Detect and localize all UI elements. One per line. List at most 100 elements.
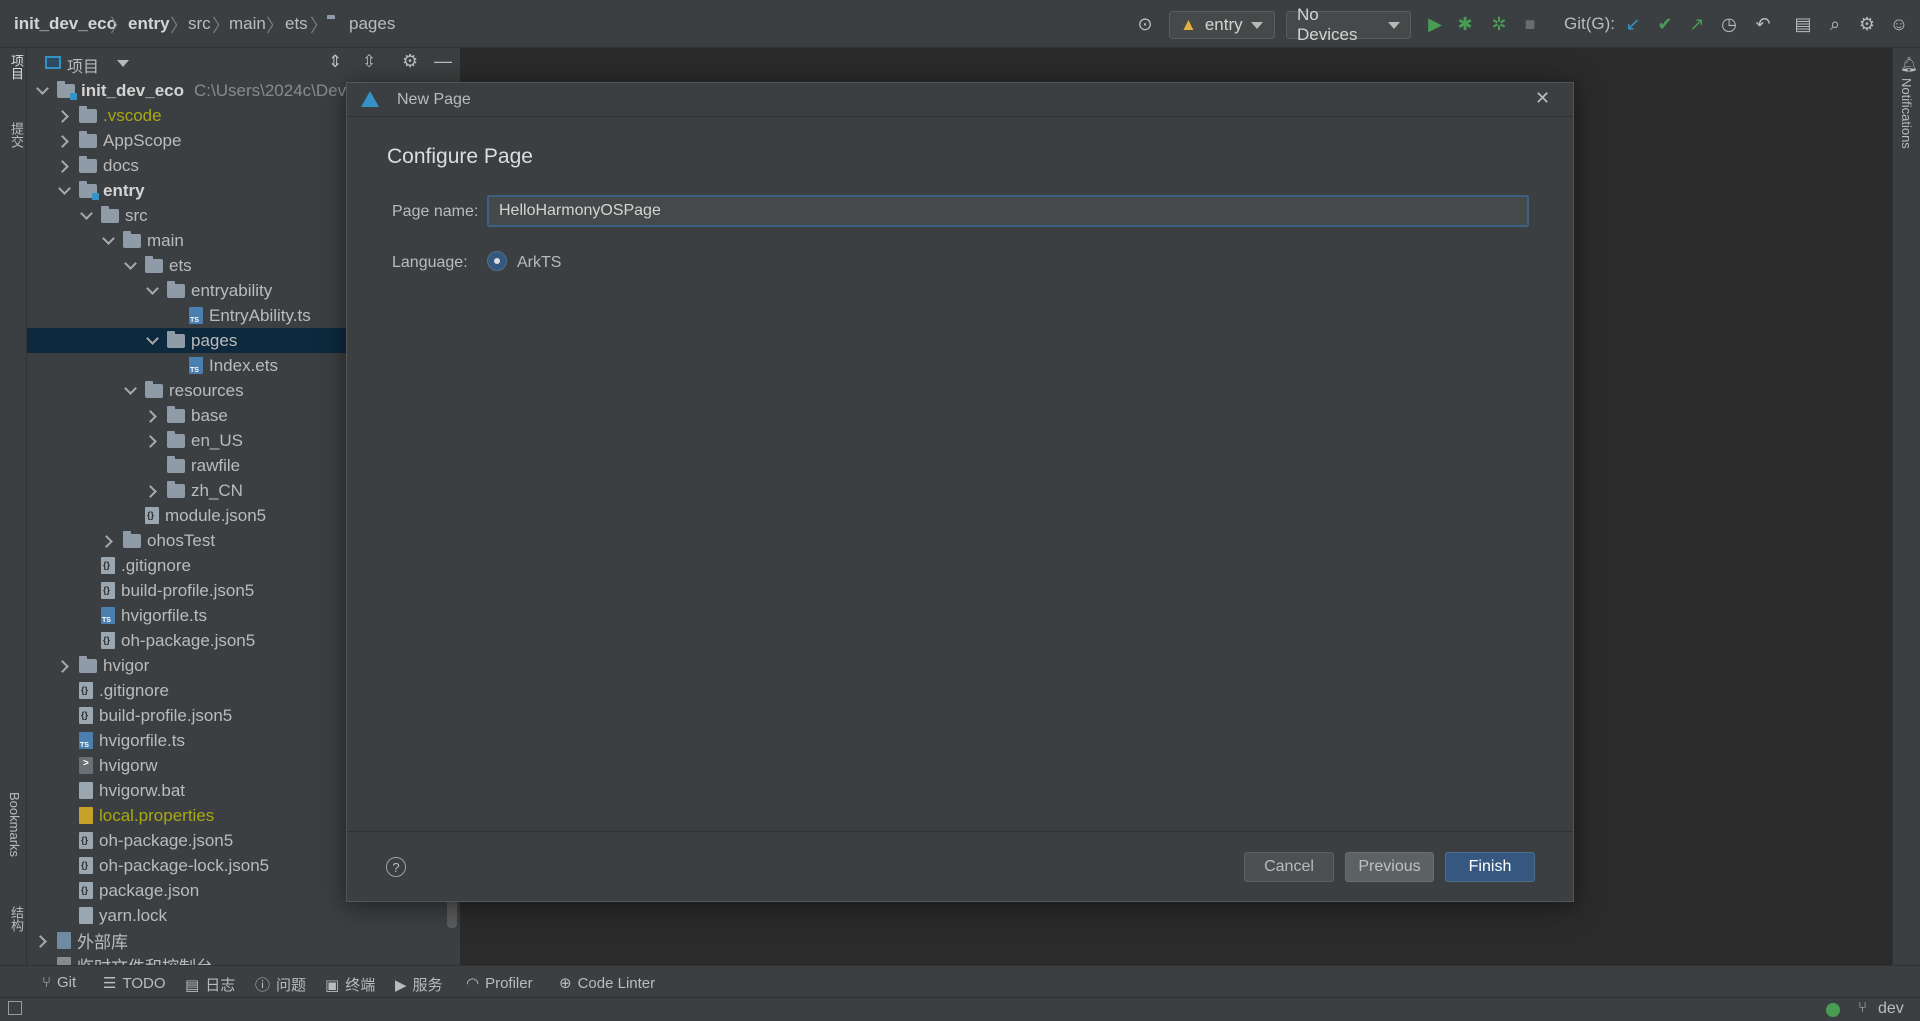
language-radio-arkts[interactable] bbox=[487, 251, 507, 271]
chevron-right-icon[interactable] bbox=[57, 134, 71, 148]
bookmarks-tool-tab[interactable]: Bookmarks bbox=[7, 792, 22, 857]
notifications-tool-tab[interactable]: Notifications bbox=[1899, 78, 1914, 149]
tool-tab-label: 问题 bbox=[276, 977, 307, 994]
tree-item-label: ets bbox=[169, 255, 192, 275]
tool-tab-problems[interactable]: ⓘ 问题 bbox=[255, 974, 306, 995]
tree-item-label: oh-package.json5 bbox=[121, 630, 256, 650]
bell-icon[interactable]: 🔔︎ bbox=[1900, 56, 1918, 73]
previous-button[interactable]: Previous bbox=[1345, 852, 1434, 882]
chevron-right-icon[interactable] bbox=[145, 409, 159, 423]
breadcrumb-ets[interactable]: ets bbox=[285, 14, 308, 34]
tree-row[interactable]: yarn.lock bbox=[27, 903, 460, 928]
tree-item-label: 外部库 bbox=[77, 933, 128, 952]
commit-tool-tab[interactable]: 提交 bbox=[7, 122, 26, 148]
breadcrumb-pages[interactable]: pages bbox=[349, 14, 395, 34]
tree-item-label: hvigor bbox=[103, 655, 150, 675]
chevron-right-icon[interactable] bbox=[101, 534, 115, 548]
settings-gear-icon[interactable]: ⚙ bbox=[1856, 8, 1878, 40]
tree-row[interactable]: 外部库 bbox=[27, 928, 460, 953]
close-icon[interactable]: ✕ bbox=[1535, 88, 1550, 109]
chevron-down-icon[interactable] bbox=[79, 209, 93, 223]
help-icon[interactable]: ? bbox=[386, 857, 406, 877]
left-tool-stripe: 项目 提交 Bookmarks 结构 bbox=[0, 48, 27, 965]
chevron-down-icon[interactable] bbox=[57, 184, 71, 198]
tree-item-label: src bbox=[125, 205, 148, 225]
layout-toggle-icon[interactable] bbox=[8, 1001, 22, 1015]
chevron-down-icon bbox=[1388, 21, 1400, 29]
git-update-icon[interactable]: ↙ bbox=[1622, 8, 1644, 40]
tree-row[interactable]: 临时文件和控制台 bbox=[27, 953, 460, 965]
chevron-down-icon[interactable] bbox=[145, 284, 159, 298]
chevron-down-icon[interactable] bbox=[35, 84, 49, 98]
breadcrumb-main[interactable]: main bbox=[229, 14, 266, 34]
git-branch-label[interactable]: dev bbox=[1878, 1000, 1904, 1018]
tool-tab-code-linter[interactable]: ⊕ Code Linter bbox=[559, 974, 655, 993]
run-icon[interactable]: ▶ bbox=[1424, 8, 1446, 40]
finish-button[interactable]: Finish bbox=[1445, 852, 1535, 882]
chevron-down-icon[interactable] bbox=[123, 384, 137, 398]
chevron-down-icon[interactable] bbox=[145, 334, 159, 348]
hide-panel-icon[interactable]: — bbox=[434, 51, 452, 72]
tree-item-label: pages bbox=[191, 330, 238, 350]
run-config-select[interactable]: ▲ entry bbox=[1169, 11, 1275, 39]
chevron-right-icon[interactable] bbox=[145, 484, 159, 498]
chevron-right-icon[interactable] bbox=[57, 159, 71, 173]
attach-debugger-icon[interactable]: ✲ bbox=[1488, 8, 1510, 40]
tree-item-label: module.json5 bbox=[165, 505, 267, 525]
tree-item-label: hvigorw bbox=[99, 755, 158, 775]
chevron-down-icon[interactable] bbox=[123, 259, 137, 273]
tree-item-label: build-profile.json5 bbox=[99, 705, 233, 725]
debug-icon[interactable]: ✱ bbox=[1454, 8, 1476, 40]
cancel-button[interactable]: Cancel bbox=[1244, 852, 1334, 882]
breadcrumb-entry[interactable]: entry bbox=[128, 14, 170, 34]
tool-tab-terminal[interactable]: ▣ 终端 bbox=[325, 974, 375, 995]
chevron-down-icon[interactable] bbox=[101, 234, 115, 248]
tree-item-label: resources bbox=[169, 380, 244, 400]
properties-file-icon bbox=[79, 807, 93, 824]
config-file-icon bbox=[101, 582, 115, 599]
chevron-down-icon[interactable] bbox=[117, 60, 129, 67]
tree-item-label: .vscode bbox=[103, 105, 162, 125]
chevron-right-icon[interactable] bbox=[145, 434, 159, 448]
tool-tab-git[interactable]: ⑂ Git bbox=[42, 974, 76, 991]
typescript-file-icon bbox=[79, 732, 93, 749]
status-ok-icon[interactable] bbox=[1826, 1003, 1840, 1017]
chevron-right-icon[interactable] bbox=[57, 109, 71, 123]
expand-all-icon[interactable]: ⇕ bbox=[328, 52, 342, 72]
collapse-all-icon[interactable]: ⇳ bbox=[362, 52, 376, 72]
project-structure-icon[interactable]: ▤ bbox=[1792, 8, 1814, 40]
search-icon[interactable]: ⌕ bbox=[1824, 8, 1846, 40]
account-icon[interactable]: ☺ bbox=[1888, 8, 1910, 40]
chevron-right-icon[interactable] bbox=[35, 934, 49, 948]
tool-tab-todo[interactable]: ☰ TODO bbox=[103, 974, 166, 993]
library-icon bbox=[57, 932, 71, 949]
device-label: No Devices bbox=[1297, 5, 1358, 44]
project-panel-header: 项目 ⇕ ⇳ ⚙ — bbox=[27, 48, 460, 78]
breadcrumb-project[interactable]: init_dev_eco bbox=[14, 14, 117, 34]
tree-item-label: zh_CN bbox=[191, 480, 243, 500]
tool-tab-log[interactable]: ▤ 日志 bbox=[185, 974, 235, 995]
device-select[interactable]: No Devices bbox=[1286, 5, 1411, 44]
history-icon[interactable]: ◷ bbox=[1718, 8, 1740, 40]
project-tool-tab[interactable]: 项目 bbox=[7, 54, 26, 80]
project-view-title[interactable]: 项目 bbox=[67, 53, 99, 77]
structure-tool-tab[interactable]: 结构 bbox=[7, 906, 26, 932]
target-icon[interactable]: ⊙ bbox=[1134, 8, 1156, 40]
tree-item-label: 临时文件和控制台 bbox=[77, 953, 213, 965]
git-push-icon[interactable]: ↗ bbox=[1686, 8, 1708, 40]
folder-icon bbox=[145, 380, 163, 398]
rollback-icon[interactable]: ↶ bbox=[1752, 8, 1774, 40]
tree-item-label: rawfile bbox=[191, 455, 241, 475]
tool-tab-profiler[interactable]: ◠ Profiler bbox=[466, 974, 533, 993]
breadcrumb-src[interactable]: src bbox=[188, 14, 211, 34]
stop-icon[interactable]: ■ bbox=[1520, 8, 1540, 40]
panel-options-gear-icon[interactable]: ⚙ bbox=[402, 51, 418, 72]
typescript-file-icon bbox=[189, 357, 203, 374]
run-config-label: entry bbox=[1204, 15, 1243, 34]
chevron-right-icon[interactable] bbox=[57, 659, 71, 673]
page-name-input[interactable] bbox=[487, 195, 1529, 227]
git-commit-icon[interactable]: ✔ bbox=[1654, 8, 1676, 40]
tool-tab-services[interactable]: ▶ 服务 bbox=[395, 974, 443, 995]
